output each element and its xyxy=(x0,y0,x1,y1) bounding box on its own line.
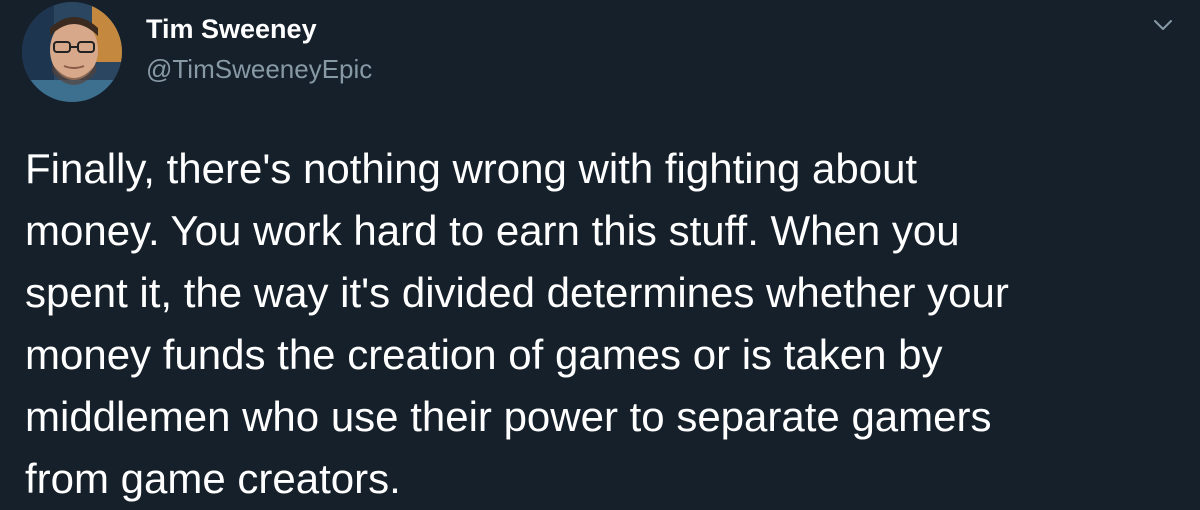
tweet-text-line: from game creators. xyxy=(25,455,401,502)
tweet-text-line: Finally, there's nothing wrong with figh… xyxy=(25,145,918,192)
tweet-card: Tim Sweeney @TimSweeneyEpic Finally, the… xyxy=(0,0,1200,510)
chevron-down-icon[interactable] xyxy=(1150,12,1176,38)
author-handle[interactable]: @TimSweeneyEpic xyxy=(146,54,372,85)
tweet-text-line: middlemen who use their power to separat… xyxy=(25,393,992,440)
avatar[interactable] xyxy=(22,2,122,102)
avatar-image xyxy=(22,2,122,102)
tweet-text-line: money. You work hard to earn this stuff.… xyxy=(25,207,960,254)
tweet-text: Finally, there's nothing wrong with figh… xyxy=(25,138,1185,510)
author-name[interactable]: Tim Sweeney xyxy=(146,14,317,45)
tweet-text-line: money funds the creation of games or is … xyxy=(25,331,943,378)
tweet-text-line: spent it, the way it's divided determine… xyxy=(25,269,1009,316)
